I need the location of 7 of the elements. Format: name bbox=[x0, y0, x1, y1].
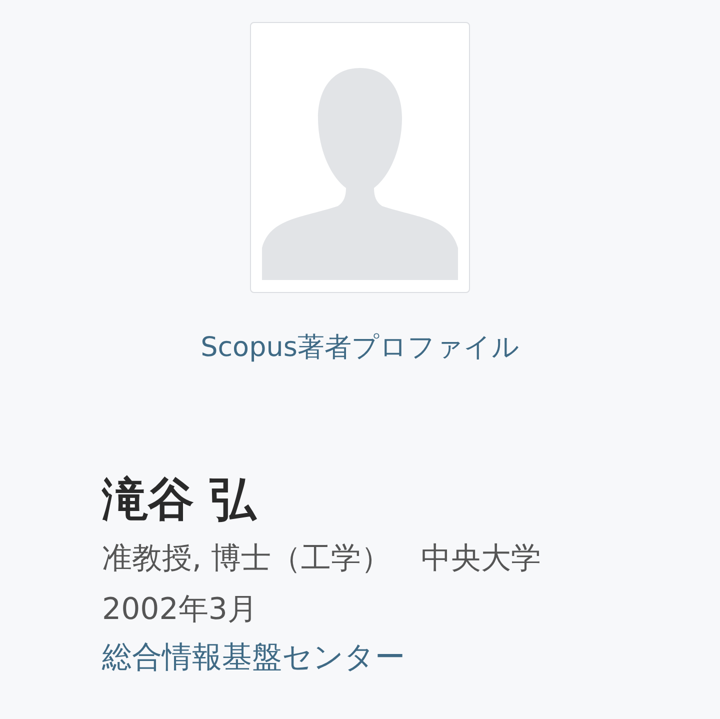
person-name: 滝谷 弘 bbox=[102, 471, 256, 527]
date-text: 2002年3月 bbox=[102, 591, 258, 629]
scopus-profile-link[interactable]: Scopus著者プロファイル bbox=[200, 331, 520, 365]
position-text: 准教授, 博士（工学） bbox=[102, 540, 392, 578]
university-text: 中央大学 bbox=[421, 540, 542, 578]
affiliation-link[interactable]: 総合情報基盤センター bbox=[102, 635, 405, 681]
person-silhouette-icon bbox=[262, 68, 458, 280]
